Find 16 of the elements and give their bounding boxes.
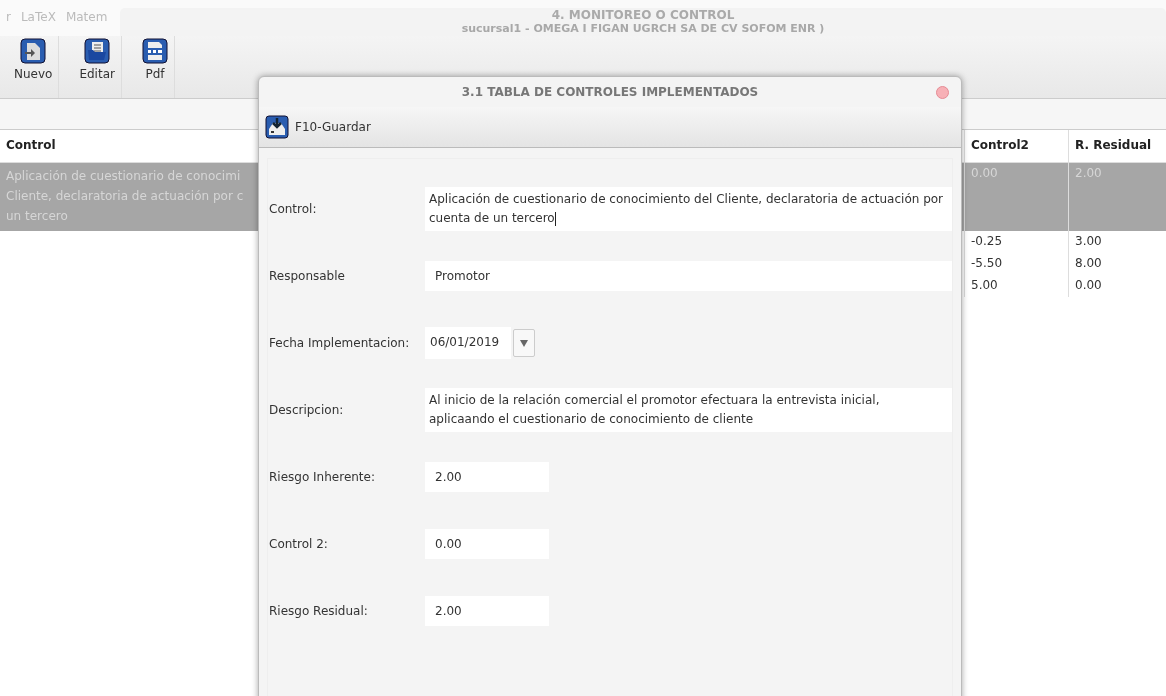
dialog-title: 3.1 TABLA DE CONTROLES IMPLEMENTADOS (461, 85, 759, 99)
field-label: Responsable (269, 269, 346, 283)
field-label: Riesgo Residual: (269, 604, 369, 618)
table-cell: 3.00 (1075, 234, 1102, 248)
window-subtitle: sucursal1 - OMEGA I FIGAN UGRCH SA DE CV SOFOM ENR ) (460, 22, 826, 35)
field-label: Control 2: (269, 537, 329, 551)
field-label: Descripcion: (269, 403, 345, 417)
field-label: Fecha Implementacion: (269, 336, 411, 350)
table-cell: 8.00 (1075, 256, 1102, 270)
table-cell: -0.25 (971, 234, 1003, 248)
field-label: Control: (269, 202, 318, 216)
window-title: 4. MONITOREO O CONTROL (550, 8, 736, 22)
table-cell: 5.00 (971, 278, 998, 292)
field-label: Riesgo Inherente: (269, 470, 376, 484)
table-cell: 0.00 (1075, 278, 1102, 292)
table-cell: -5.50 (971, 256, 1003, 270)
